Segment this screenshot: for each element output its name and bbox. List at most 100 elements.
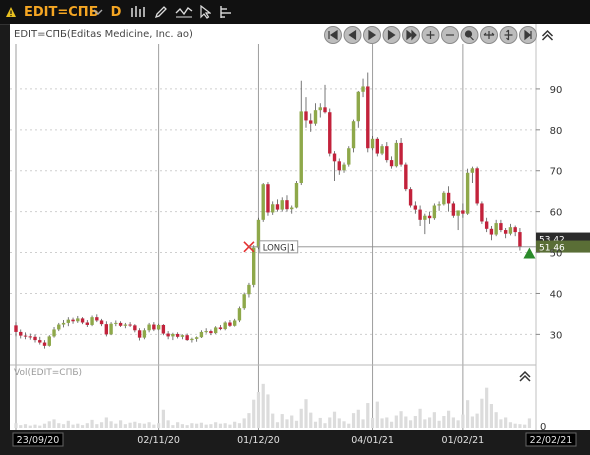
volume-bar <box>80 425 85 428</box>
candle-body <box>328 112 332 154</box>
price-chart[interactable]: LONG|153,4251,46 304050607080900 EDIT=СП… <box>0 24 590 455</box>
candle-body <box>484 221 489 229</box>
candle-body <box>76 318 80 322</box>
candle <box>223 321 227 331</box>
candle <box>451 201 456 218</box>
volume-bar <box>427 417 432 428</box>
first-icon[interactable] <box>324 26 342 44</box>
candle-body <box>356 91 360 122</box>
instrument-selector[interactable]: EDIT=СПБ <box>24 0 99 24</box>
candle-body <box>499 223 503 231</box>
candle-body <box>137 330 142 338</box>
candle-body <box>118 322 123 326</box>
candle-body <box>19 331 23 336</box>
volume-title: Vol(EDIT=СПБ) <box>14 368 82 378</box>
y-tick-label: 80 <box>550 126 563 137</box>
volume-bar <box>527 418 532 428</box>
candle-body <box>228 322 232 326</box>
volume-bar <box>114 423 118 428</box>
y-tick-label: 50 <box>550 249 563 260</box>
volume-bar <box>123 424 127 428</box>
volume-bar <box>237 423 242 428</box>
candle-body <box>57 324 61 330</box>
prev-icon[interactable] <box>343 26 362 44</box>
long-label[interactable]: LONG|1 <box>263 243 295 253</box>
indicators-icon[interactable] <box>217 0 235 24</box>
volume-bar <box>128 422 132 428</box>
candle-body <box>161 324 166 334</box>
candle-body <box>489 228 494 235</box>
time-axis <box>0 430 590 455</box>
pan-vertical-icon[interactable] <box>499 26 518 44</box>
volume-bar <box>380 418 384 428</box>
volume-bar <box>171 425 175 428</box>
candle-body <box>394 142 399 167</box>
candle-body <box>461 210 465 214</box>
volume-bar <box>118 420 123 428</box>
zoom-out-icon[interactable] <box>441 26 459 44</box>
volume-bar <box>447 410 451 428</box>
x-tick-label: 01/02/21 <box>442 435 485 446</box>
volume-bar <box>209 424 213 428</box>
candle-body <box>213 327 218 334</box>
candle-body <box>304 111 308 121</box>
period-selector[interactable]: D <box>109 0 123 24</box>
candle-body <box>28 336 32 338</box>
pencil-icon[interactable] <box>152 0 170 24</box>
zoom-fit-icon[interactable] <box>460 26 479 44</box>
candle-body <box>47 336 51 346</box>
y-tick-label: 40 <box>550 289 563 300</box>
volume-bar <box>23 424 28 428</box>
candle-body <box>299 111 303 183</box>
candle <box>432 203 437 220</box>
candle-body <box>204 331 208 333</box>
cursor-icon[interactable] <box>197 0 213 24</box>
zoom-in-icon[interactable] <box>421 26 440 44</box>
volume-bar <box>332 411 337 428</box>
volume-bar <box>138 423 142 428</box>
volume-bar <box>337 418 341 428</box>
pan-horizontal-icon[interactable] <box>480 26 498 44</box>
volume-bar <box>523 424 527 428</box>
play-icon[interactable] <box>363 26 381 44</box>
candle-body <box>332 153 337 162</box>
warning-icon[interactable] <box>4 0 18 24</box>
volume-bar <box>399 411 403 428</box>
candle-body <box>261 184 265 220</box>
candle <box>408 187 413 208</box>
candle-body <box>309 120 313 124</box>
candle-body <box>180 335 185 337</box>
volume-bar <box>290 415 294 428</box>
volume-bar <box>432 412 436 428</box>
volume-bar <box>318 417 322 428</box>
last-icon[interactable] <box>402 26 420 44</box>
volume-bar <box>66 420 70 428</box>
volume-bar <box>470 416 474 428</box>
next-icon[interactable] <box>382 26 401 44</box>
candle-body <box>503 230 508 234</box>
bar-chart-icon[interactable] <box>128 0 148 24</box>
step-end-icon[interactable] <box>519 26 537 44</box>
candle-body <box>95 317 99 321</box>
chevron-down-icon[interactable] <box>92 0 104 24</box>
volume-bar <box>323 423 327 428</box>
chart-style-icon[interactable] <box>174 0 194 24</box>
candle-body <box>147 324 151 331</box>
x-tick-label: 23/09/20 <box>17 435 60 446</box>
candle-body <box>465 172 470 214</box>
volume-bar <box>499 419 503 428</box>
candle-body <box>175 333 180 337</box>
x-tick-label: 04/01/21 <box>351 435 394 446</box>
candle-body <box>280 200 284 210</box>
volume-bar <box>256 392 261 428</box>
candle <box>475 166 479 206</box>
candle-body <box>494 223 498 235</box>
candle-body <box>194 337 199 339</box>
candle-body <box>42 342 47 346</box>
volume-bar <box>513 423 517 428</box>
y-tick-label: 60 <box>550 208 563 219</box>
candle-body <box>427 215 432 219</box>
candle-body <box>242 294 246 309</box>
volume-bar <box>442 416 446 428</box>
candle-body <box>142 330 147 338</box>
